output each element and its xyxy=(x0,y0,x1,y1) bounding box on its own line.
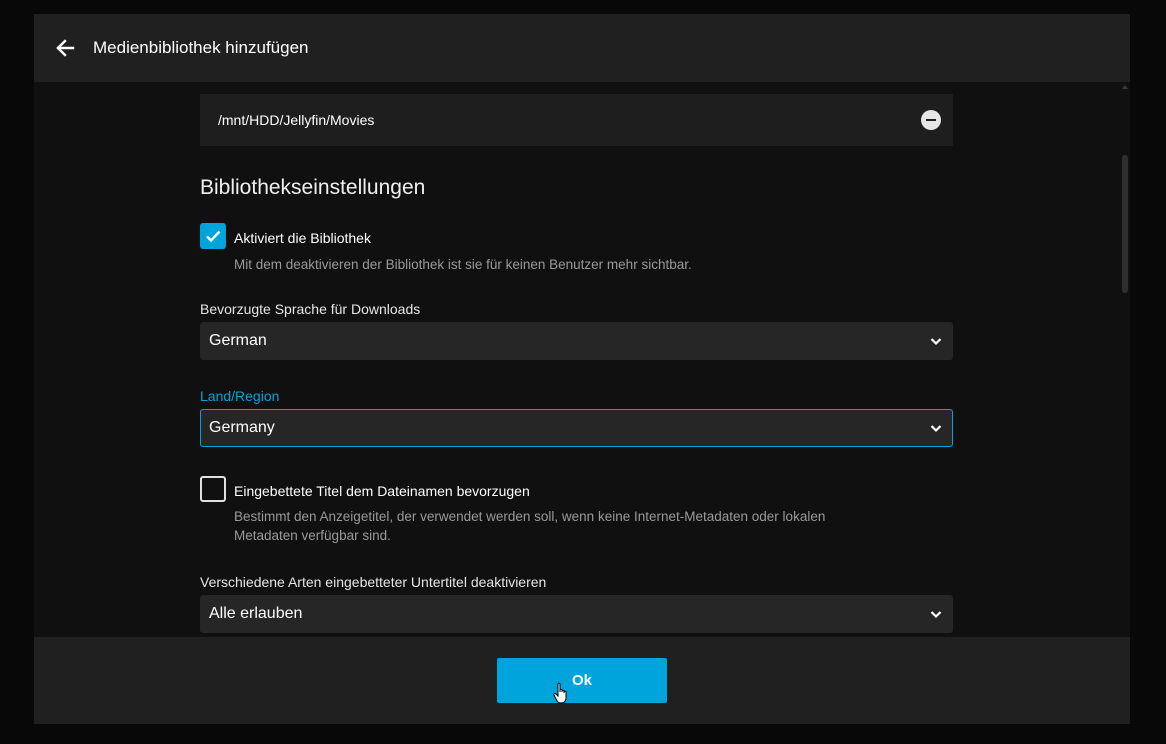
hand-pointer-icon xyxy=(553,682,567,704)
disable-subtitles-select[interactable]: Alle erlauben xyxy=(200,595,953,633)
scrollbar-thumb[interactable] xyxy=(1122,155,1128,293)
scroll-up-arrow[interactable] xyxy=(1122,85,1128,89)
preferred-language-label: Bevorzugte Sprache für Downloads xyxy=(200,301,421,317)
chevron-down-icon xyxy=(930,425,942,433)
preferred-language-select[interactable]: German xyxy=(200,322,953,360)
disable-subtitles-label: Verschiedene Arten eingebetteter Unterti… xyxy=(200,574,547,590)
ok-button[interactable]: Ok xyxy=(497,658,667,703)
checkmark-icon xyxy=(206,230,221,243)
prefer-embedded-titles-help-line1: Bestimmt den Anzeigetitel, der verwendet… xyxy=(234,509,826,524)
enable-library-help: Mit dem deaktivieren der Bibliothek ist … xyxy=(234,257,692,272)
dialog-header: Medienbibliothek hinzufügen xyxy=(34,14,1130,82)
folder-path-row: /mnt/HDD/Jellyfin/Movies xyxy=(200,94,953,146)
back-button[interactable] xyxy=(52,35,78,61)
chevron-down-icon xyxy=(930,611,942,619)
section-title: Bibliothekseinstellungen xyxy=(200,176,426,199)
prefer-embedded-titles-checkbox[interactable] xyxy=(200,476,226,502)
enable-library-checkbox[interactable] xyxy=(200,223,226,249)
country-label: Land/Region xyxy=(200,388,280,404)
chevron-down-icon xyxy=(930,338,942,346)
remove-folder-button[interactable] xyxy=(921,110,941,130)
scrollbar[interactable] xyxy=(1120,82,1130,637)
country-select[interactable]: Germany xyxy=(200,409,953,447)
dialog-title: Medienbibliothek hinzufügen xyxy=(93,38,309,57)
dialog-footer: Ok xyxy=(34,637,1130,724)
folder-path: /mnt/HDD/Jellyfin/Movies xyxy=(218,112,375,128)
prefer-embedded-titles-label: Eingebettete Titel dem Dateinamen bevorz… xyxy=(234,483,530,499)
enable-library-label: Aktiviert die Bibliothek xyxy=(234,230,371,246)
dialog-content: /mnt/HDD/Jellyfin/Movies Bibliothekseins… xyxy=(34,82,1120,637)
disable-subtitles-value: Alle erlauben xyxy=(209,605,303,622)
add-library-dialog: Medienbibliothek hinzufügen /mnt/HDD/Jel… xyxy=(34,14,1130,724)
minus-circle-icon xyxy=(926,118,936,122)
arrow-left-icon xyxy=(56,39,75,57)
country-value: Germany xyxy=(209,419,275,436)
preferred-language-value: German xyxy=(209,332,267,349)
prefer-embedded-titles-help-line2: Metadaten verfügbar sind. xyxy=(234,528,391,543)
